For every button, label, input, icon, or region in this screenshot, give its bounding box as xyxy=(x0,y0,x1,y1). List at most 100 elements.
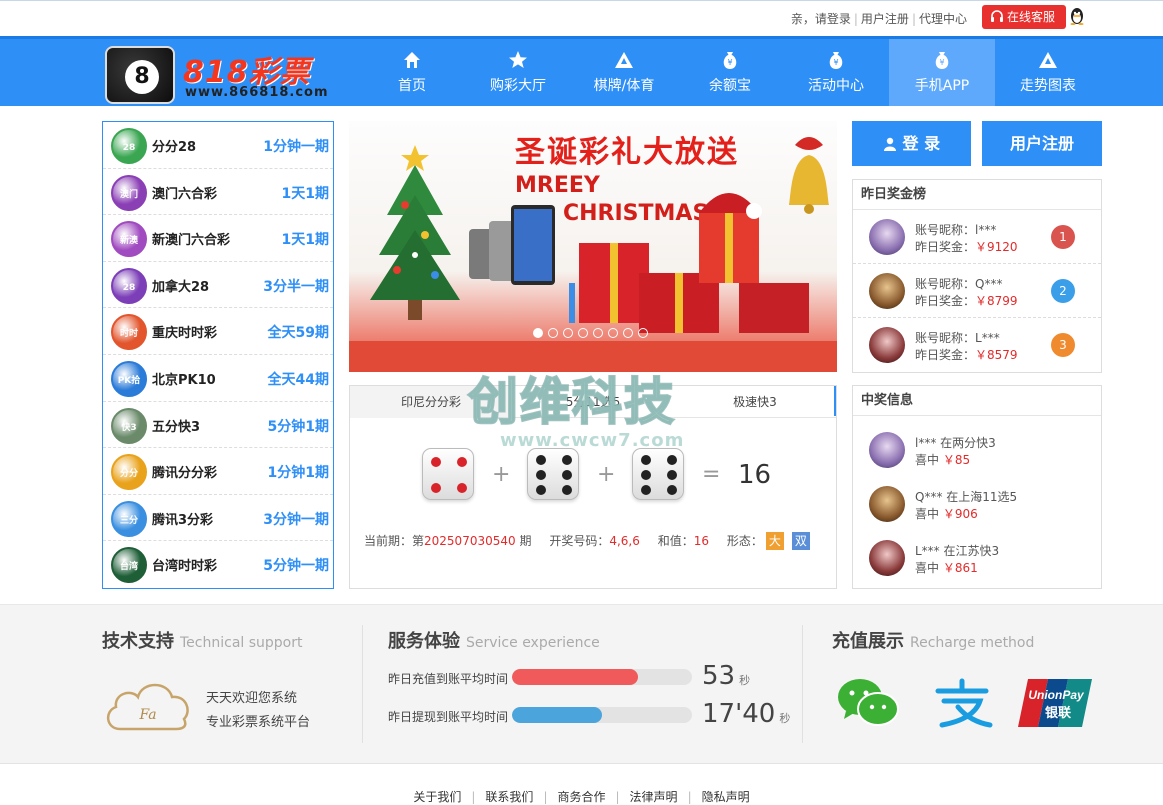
dice-pip xyxy=(431,483,441,493)
game-item[interactable]: 28 分分28 1分钟一期 xyxy=(103,122,333,169)
tab-indonesia-ffc[interactable]: 印尼分分彩 xyxy=(350,386,512,418)
ranking-prize: 昨日奖金：￥8579 xyxy=(915,348,1018,362)
sum-value: 16 xyxy=(693,534,709,548)
slide-dot[interactable] xyxy=(533,328,543,338)
game-item[interactable]: 时时 重庆时时彩 全天59期 xyxy=(103,308,333,355)
avatar xyxy=(869,432,905,468)
slide-dot[interactable] xyxy=(548,328,558,338)
dice-pip xyxy=(457,457,467,467)
deposit-time-label: 昨日充值到账平均时间 xyxy=(388,672,509,686)
online-service-label: 在线客服 xyxy=(1007,10,1056,24)
winner-prize: 喜中 ￥861 xyxy=(915,561,978,575)
nav-item-chess-sports[interactable]: 棋牌/体育 xyxy=(571,39,677,106)
dice-face-4 xyxy=(422,448,474,500)
ranking-title: 昨日奖金榜 xyxy=(853,180,1101,210)
ranking-prize: 昨日奖金：￥9120 xyxy=(915,240,1018,254)
site-logo[interactable]: 8 818彩票 www.866818.com xyxy=(103,43,328,105)
code-label: 开奖号码： xyxy=(549,534,610,548)
nav-item-lottery-hall[interactable]: 购彩大厅 xyxy=(465,39,571,106)
tab-5min-11x5[interactable]: 5分11选5 xyxy=(512,386,674,418)
game-item[interactable]: 快3 五分快3 5分钟1期 xyxy=(103,402,333,449)
svg-text:¥: ¥ xyxy=(727,58,732,67)
triangle-icon xyxy=(1039,52,1057,68)
home-icon xyxy=(404,52,420,68)
form-even-tag: 双 xyxy=(791,532,810,550)
dice-pip xyxy=(667,470,677,480)
bar-fill xyxy=(512,669,638,685)
game-item[interactable]: 澳门 澳门六合彩 1天1期 xyxy=(103,169,333,216)
login-button[interactable]: 登 录 xyxy=(852,121,971,166)
tech-support-heading: 技术支持 Technical support xyxy=(102,627,303,653)
game-name: 重庆时时彩 xyxy=(152,326,218,342)
game-period: 5分钟一期 xyxy=(263,558,329,575)
dice-pip xyxy=(536,455,546,465)
game-period: 3分钟一期 xyxy=(263,511,329,528)
game-period: 3分半一期 xyxy=(263,278,329,295)
register-button[interactable]: 用户注册 xyxy=(982,121,1102,166)
game-logo-icon: 新澳 xyxy=(111,221,147,258)
ranking-account: 账号昵称：l*** xyxy=(915,223,997,237)
agent-link[interactable]: 代理中心 xyxy=(919,12,967,26)
money-bag-icon: ¥ xyxy=(935,52,949,69)
withdraw-unit: 秒 xyxy=(779,712,791,725)
game-period: 全天44期 xyxy=(267,371,329,388)
game-logo-icon: PK拾 xyxy=(111,360,147,397)
ranking-prize: 昨日奖金：￥8799 xyxy=(915,294,1018,308)
game-period: 1天1期 xyxy=(281,232,329,249)
nav-item-mobile-app[interactable]: ¥ 手机APP xyxy=(889,39,995,106)
game-period: 1天1期 xyxy=(281,185,329,202)
tab-fast-k3[interactable]: 极速快3 xyxy=(674,386,836,418)
game-item[interactable]: PK拾 北京PK10 全天44期 xyxy=(103,355,333,402)
slide-dot[interactable] xyxy=(608,328,618,338)
dice-pip xyxy=(641,485,651,495)
slide-dot[interactable] xyxy=(638,328,648,338)
online-service-button[interactable]: 在线客服 xyxy=(982,5,1066,29)
main-nav: 8 818彩票 www.866818.com 首页 购彩大厅 棋牌/体育 ¥ 余… xyxy=(0,36,1163,106)
christmas-tree-icon xyxy=(370,145,460,320)
unionpay-text: UnionPay xyxy=(1028,688,1085,702)
slide-dot[interactable] xyxy=(593,328,603,338)
nav-item-activity[interactable]: ¥ 活动中心 xyxy=(783,39,889,106)
game-item[interactable]: 分分 腾讯分分彩 1分钟1期 xyxy=(103,448,333,495)
period-number: 202507030540 xyxy=(424,534,516,548)
nav-item-yuebao[interactable]: ¥ 余额宝 xyxy=(677,39,783,106)
game-name: 新澳门六合彩 xyxy=(152,233,231,249)
qq-penguin-icon[interactable] xyxy=(1068,7,1086,25)
nav-label: 首页 xyxy=(398,78,426,94)
slide-dot[interactable] xyxy=(623,328,633,338)
game-name: 腾讯3分彩 xyxy=(152,512,214,528)
slide-dot[interactable] xyxy=(578,328,588,338)
headset-icon xyxy=(991,10,1003,22)
winner-row: L*** 在江苏快3 喜中 ￥861 xyxy=(853,530,1101,584)
game-logo-icon: 澳门 xyxy=(111,174,147,211)
game-item[interactable]: 台湾 台湾时时彩 5分钟一期 xyxy=(103,541,333,588)
dice-sum: 16 xyxy=(738,460,772,490)
nav-item-home[interactable]: 首页 xyxy=(359,39,465,106)
nav-label: 手机APP xyxy=(914,78,970,94)
dice-face-6 xyxy=(632,448,684,500)
plus-sign: + xyxy=(492,462,511,487)
slide-dot[interactable] xyxy=(563,328,573,338)
svg-text:¥: ¥ xyxy=(939,58,944,67)
tech-en: Technical support xyxy=(180,635,303,651)
user-icon xyxy=(883,137,896,151)
winner-prize: 喜中 ￥85 xyxy=(915,453,971,467)
promo-banner[interactable]: 圣诞彩礼大放送 MREEY CHRISTMAS xyxy=(349,121,837,372)
draw-info: 当前期：第202507030540 期 开奖号码：4,6,6 和值：16 形态：… xyxy=(364,532,810,550)
game-item[interactable]: 新澳 新澳门六合彩 1天1期 xyxy=(103,215,333,262)
dice-pip xyxy=(536,485,546,495)
money-bag-icon: ¥ xyxy=(829,52,843,69)
game-item[interactable]: 三分 腾讯3分彩 3分钟一期 xyxy=(103,495,333,542)
draw-code: 4,6,6 xyxy=(609,534,640,548)
register-link[interactable]: 用户注册 xyxy=(861,12,909,26)
login-link[interactable]: 亲，请登录 xyxy=(791,12,851,26)
game-logo-icon: 28 xyxy=(111,128,147,164)
nav-item-trend-chart[interactable]: 走势图表 xyxy=(995,39,1101,106)
dice-pip xyxy=(641,470,651,480)
game-name: 腾讯分分彩 xyxy=(152,466,218,482)
tech-line2: 专业彩票系统平台 xyxy=(206,715,311,730)
alipay-icon xyxy=(935,678,993,728)
game-item[interactable]: 28 加拿大28 3分半一期 xyxy=(103,262,333,309)
winner-row: l*** 在两分快3 喜中 ￥85 xyxy=(853,422,1101,476)
banner-pagination xyxy=(533,323,653,338)
